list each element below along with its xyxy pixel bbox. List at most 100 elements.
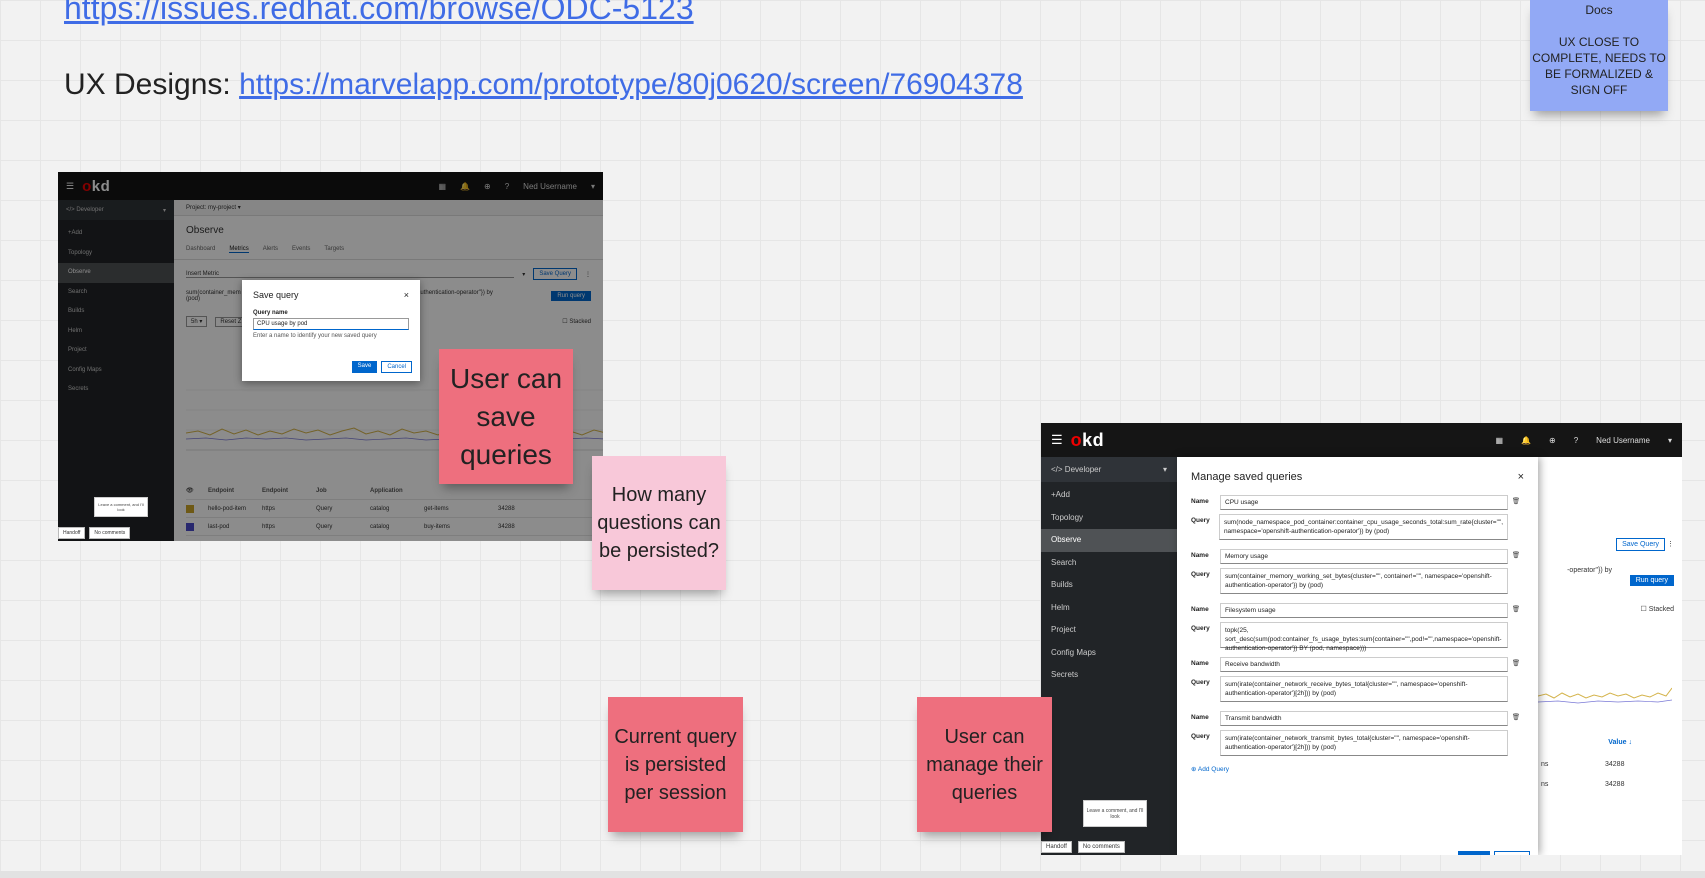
saved-query-item: Name Receive bandwidth 🗑 Query sum(irate(co… [1191,657,1524,702]
comments-button: No comments [89,527,131,539]
value-column-label: Value [1608,739,1627,746]
masthead: ☰ okd ▦ 🔔 ⊕ ? Ned Username ▾ [1041,423,1682,457]
sidebar-item-secrets: Secrets [1051,670,1079,679]
query-name-field: Memory usage [1220,549,1508,564]
handoff-button: Handoff [58,527,86,539]
query-label: Query [1191,517,1210,524]
saved-query-item: Name Filesystem usage 🗑 Query topk(25, sort… [1191,603,1524,652]
name-label: Name [1191,606,1209,613]
primary-button [1458,851,1490,855]
sticky-note-current-query[interactable]: Current query is persisted per session [608,697,743,832]
plus-circle-icon: ⊕ [1549,435,1556,445]
close-icon: × [1517,471,1524,483]
trash-icon: 🗑 [1511,606,1521,613]
bg-stacked: ☐ Stacked [1640,606,1674,613]
trash-icon: 🗑 [1511,552,1521,559]
bg-value-header: Value ↓ [1608,739,1632,746]
stacked-label: Stacked [1648,606,1674,613]
table-cell: ns [1541,761,1549,768]
sidebar: </> Developer ▾ +Add Topology Observe Sea… [1041,457,1177,855]
chevron-down-icon: ▾ [1667,435,1672,445]
okd-logo: okd [1070,429,1105,450]
sticky-note-how-many[interactable]: How many questions can be persisted? [592,456,726,590]
table-cell: 34288 [1605,781,1625,788]
grid-icon: ▦ [1495,435,1504,445]
query-name-helper: Enter a name to identify your new saved … [253,333,377,339]
handoff-button: Handoff [1041,841,1072,853]
query-label: Query [1191,733,1210,740]
main-content: Save Query ⋮ -operator"}) by Run query ☐… [1177,457,1682,855]
query-name-label: Query name [253,310,288,316]
query-name-field: CPU usage [1220,495,1508,510]
sort-arrow-icon: ↓ [1628,739,1633,746]
modal-footer-buttons [1458,851,1530,855]
query-name-field: Transmit bandwidth [1220,711,1508,726]
name-label: Name [1191,498,1209,505]
table-cell: ns [1541,781,1549,788]
query-expression-field: topk(25, sort_desc(sum(pod:container_fs_… [1220,622,1508,652]
ux-designs-link[interactable]: https://marvelapp.com/prototype/80j0620/… [239,68,1023,101]
secondary-button [1494,851,1530,855]
add-query-label: Add Query [1197,766,1229,773]
table-row: ns 34288 [1541,761,1662,768]
trash-icon: 🗑 [1511,714,1521,721]
perspective-label: Developer [1064,465,1102,474]
modal-title: Manage saved queries [1191,471,1303,483]
feedback-bubble: Leave a comment, and I'll look [94,497,148,517]
jira-issue-link[interactable]: https://issues.redhat.com/browse/ODC-512… [64,0,694,27]
query-expression-field: sum(container_memory_working_set_bytes{c… [1220,568,1508,594]
query-label: Query [1191,625,1210,632]
manage-queries-modal: Manage saved queries × Name CPU usage 🗑 Que… [1177,457,1538,855]
comments-button: No comments [1077,841,1125,853]
sidebar-item-topology: Topology [1051,512,1084,522]
sticky-note-save-queries[interactable]: User can save queries [439,349,573,484]
name-label: Name [1191,714,1209,721]
table-cell: 34288 [1605,761,1625,768]
canvas-bottom-edge [0,871,1705,878]
query-label: Query [1191,679,1210,686]
add-query-button: ⊕ Add Query [1191,765,1524,773]
kebab-icon: ⋮ [1667,541,1674,548]
bg-query-fragment: -operator"}) by [1567,567,1612,574]
help-icon: ? [1573,435,1579,445]
screenshot-manage-queries[interactable]: ☰ okd ▦ 🔔 ⊕ ? Ned Username ▾ </> Develop… [1041,423,1682,855]
query-expression-field: sum(irate(container_network_receive_byte… [1220,676,1508,702]
prototype-toolbar: Handoff No comments [1041,841,1125,853]
sticky-note-docs-status[interactable]: Docs UX CLOSE TO COMPLETE, NEEDS TO BE F… [1530,0,1668,111]
code-icon: </> [1051,465,1065,474]
bg-chart [1538,687,1672,704]
sidebar-item-observe: Observe [1041,529,1177,552]
saved-query-item: Name CPU usage 🗑 Query sum(node_namespace_p… [1191,495,1524,540]
plus-circle-icon: ⊕ [1191,766,1197,773]
sidebar-item-project: Project [1051,625,1076,634]
query-expression-field: sum(irate(container_network_transmit_byt… [1220,730,1508,756]
hamburger-icon: ☰ [1051,432,1063,447]
save-query-button: Save Query [1616,538,1666,551]
name-label: Name [1191,660,1209,667]
modal-title: Save query [253,290,299,300]
feedback-bubble: Leave a comment, and I'll look [1083,800,1147,827]
caret-down-icon: ▾ [1162,465,1167,474]
table-row: ns 34288 [1541,781,1662,788]
name-label: Name [1191,552,1209,559]
sidebar-item-builds: Builds [1051,580,1073,589]
prototype-toolbar: Handoff No comments [58,527,131,539]
query-label: Query [1191,571,1210,578]
perspective-switcher: </> Developer ▾ [1041,457,1177,482]
ux-designs-label: UX Designs: [64,68,240,101]
save-query-modal: Save query × Query name CPU usage by pod … [242,280,420,381]
username: Ned Username [1596,435,1650,445]
sidebar-item-add: +Add [1051,490,1070,499]
whiteboard-canvas[interactable]: https://issues.redhat.com/browse/ODC-512… [0,0,1705,878]
sidebar-item-search: Search [1051,557,1077,567]
sticky-docs-text: UX CLOSE TO COMPLETE, NEEDS TO BE FORMAL… [1532,35,1666,97]
query-name-field: Receive bandwidth [1220,657,1508,672]
close-icon: × [403,290,409,300]
sticky-note-manage-queries[interactable]: User can manage their queries [917,697,1052,832]
saved-query-item: Name Memory usage 🗑 Query sum(container_mem… [1191,549,1524,594]
ux-designs-line: UX Designs: https://marvelapp.com/protot… [64,68,1023,102]
bg-save-row: Save Query ⋮ [1616,538,1674,551]
cancel-button: Cancel [381,361,412,373]
query-expression-field: sum(node_namespace_pod_container:contain… [1218,514,1508,540]
bell-icon: 🔔 [1521,435,1532,445]
